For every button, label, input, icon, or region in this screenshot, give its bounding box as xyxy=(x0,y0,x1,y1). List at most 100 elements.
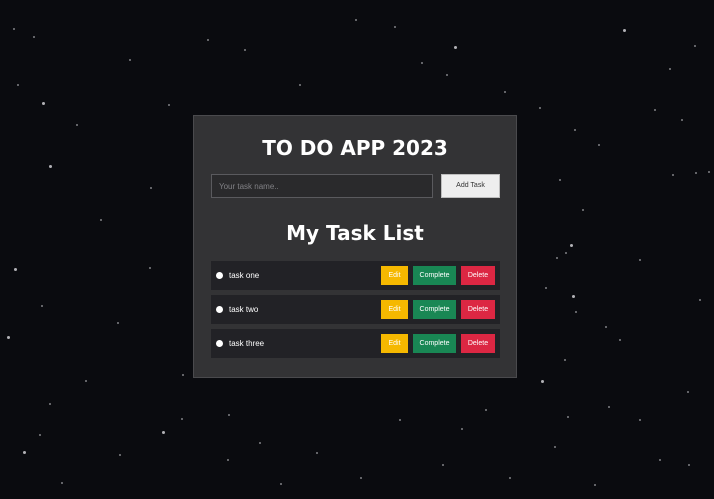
star xyxy=(41,101,45,105)
star xyxy=(280,483,282,485)
star xyxy=(316,452,318,454)
star xyxy=(594,484,596,486)
star xyxy=(598,144,600,146)
star xyxy=(227,459,229,461)
star xyxy=(355,19,357,21)
delete-button[interactable]: Delete xyxy=(461,266,495,285)
star xyxy=(161,430,165,434)
delete-button[interactable]: Delete xyxy=(461,300,495,319)
star xyxy=(554,446,556,448)
task-name: task three xyxy=(229,339,265,348)
star xyxy=(485,409,487,411)
star xyxy=(695,172,697,174)
star xyxy=(33,36,35,38)
star xyxy=(639,419,641,421)
star xyxy=(687,391,689,393)
task-row: task three Edit Complete Delete xyxy=(211,329,500,358)
task-name: task two xyxy=(229,305,259,314)
star xyxy=(654,109,656,111)
star xyxy=(694,45,696,47)
star xyxy=(394,26,396,28)
star xyxy=(119,454,121,456)
add-task-button[interactable]: Add Task xyxy=(441,174,500,198)
star xyxy=(681,119,683,121)
star xyxy=(421,62,423,64)
star xyxy=(446,74,448,76)
star xyxy=(22,450,26,454)
task-name-input[interactable] xyxy=(211,174,433,198)
star xyxy=(699,299,701,301)
star xyxy=(622,28,626,32)
task-list: task one Edit Complete Delete task two E… xyxy=(211,261,500,363)
star xyxy=(639,259,641,261)
star xyxy=(39,434,41,436)
delete-button[interactable]: Delete xyxy=(461,334,495,353)
star xyxy=(48,164,52,168)
star xyxy=(504,91,506,93)
star xyxy=(559,179,561,181)
star xyxy=(567,416,569,418)
star xyxy=(13,28,15,30)
star xyxy=(569,243,573,247)
star xyxy=(6,335,10,339)
star xyxy=(182,374,184,376)
complete-button[interactable]: Complete xyxy=(413,334,456,353)
star xyxy=(509,477,511,479)
star xyxy=(41,305,43,307)
task-list-title: My Task List xyxy=(286,221,424,245)
star xyxy=(669,68,671,70)
star xyxy=(129,59,131,61)
star xyxy=(565,252,567,254)
star xyxy=(540,379,544,383)
star xyxy=(574,129,576,131)
star xyxy=(564,359,566,361)
star xyxy=(61,482,63,484)
bullet-icon xyxy=(216,306,223,313)
star xyxy=(85,380,87,382)
task-row: task one Edit Complete Delete xyxy=(211,261,500,290)
star xyxy=(168,104,170,106)
star xyxy=(150,187,152,189)
star xyxy=(259,442,261,444)
star xyxy=(688,464,690,466)
bullet-icon xyxy=(216,340,223,347)
star xyxy=(605,326,607,328)
complete-button[interactable]: Complete xyxy=(413,266,456,285)
star xyxy=(100,219,102,221)
star xyxy=(360,477,362,479)
star xyxy=(571,294,575,298)
edit-button[interactable]: Edit xyxy=(381,300,408,319)
star xyxy=(461,428,463,430)
star xyxy=(399,419,401,421)
star xyxy=(539,107,541,109)
star xyxy=(117,322,119,324)
app-background: TO DO APP 2023 Add Task My Task List tas… xyxy=(0,0,714,499)
complete-button[interactable]: Complete xyxy=(413,300,456,319)
star xyxy=(442,464,444,466)
star xyxy=(149,267,151,269)
star xyxy=(49,403,51,405)
star xyxy=(556,257,558,259)
app-title: TO DO APP 2023 xyxy=(262,136,448,160)
star xyxy=(672,174,674,176)
star xyxy=(575,311,577,313)
edit-button[interactable]: Edit xyxy=(381,266,408,285)
bullet-icon xyxy=(216,272,223,279)
star xyxy=(228,414,230,416)
star xyxy=(299,84,301,86)
star xyxy=(13,267,17,271)
star xyxy=(76,124,78,126)
star xyxy=(181,418,183,420)
todo-card: TO DO APP 2023 Add Task My Task List tas… xyxy=(193,115,517,378)
star xyxy=(453,45,457,49)
star xyxy=(619,339,621,341)
star xyxy=(244,49,246,51)
star xyxy=(708,171,710,173)
star xyxy=(659,459,661,461)
task-name: task one xyxy=(229,271,260,280)
star xyxy=(608,406,610,408)
edit-button[interactable]: Edit xyxy=(381,334,408,353)
star xyxy=(207,39,209,41)
star xyxy=(582,209,584,211)
star xyxy=(545,287,547,289)
